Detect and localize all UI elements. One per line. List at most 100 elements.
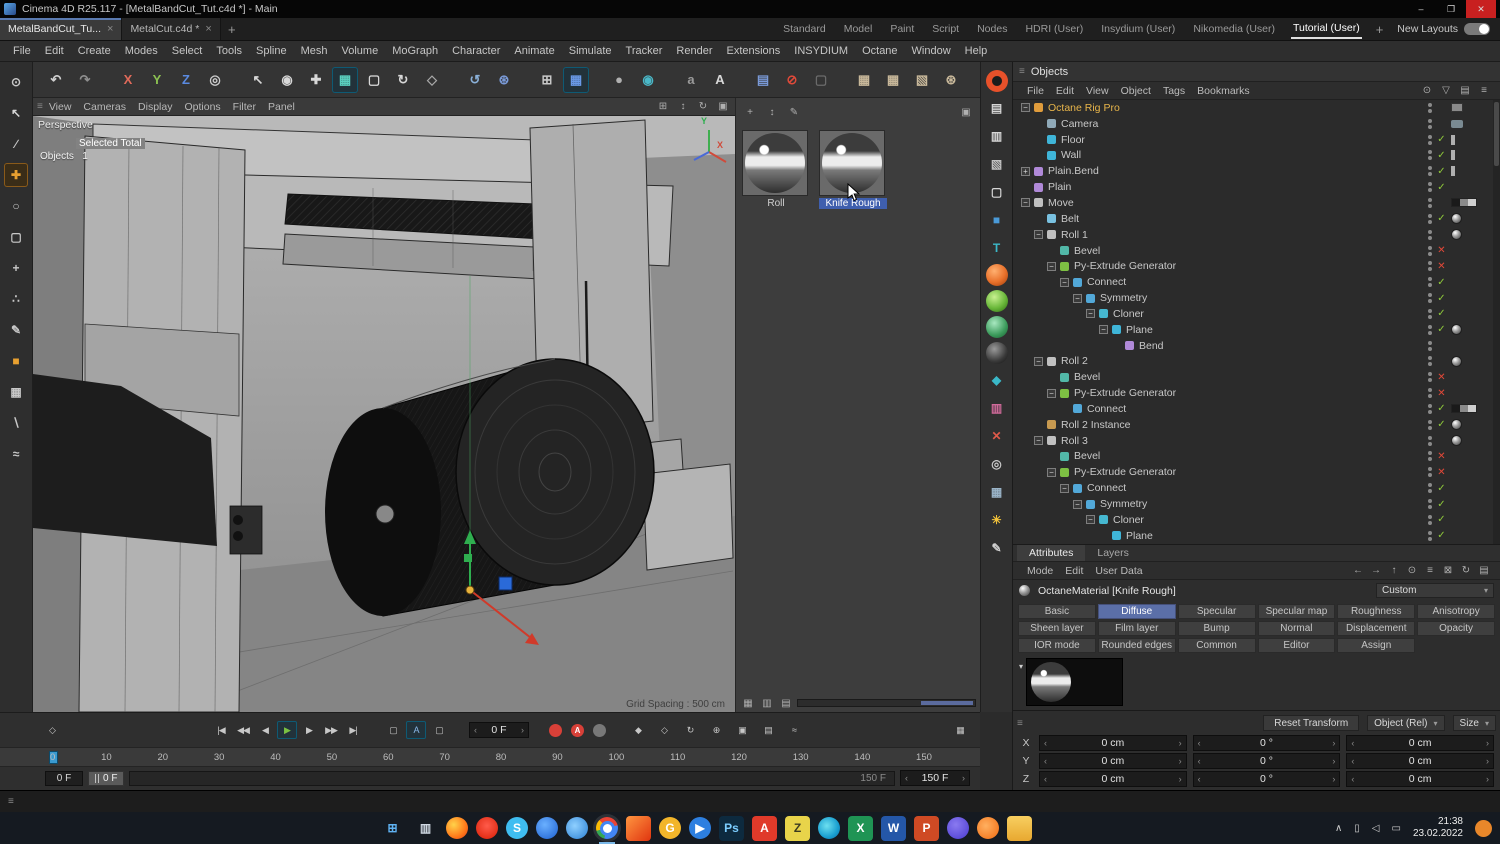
- expand-toggle-icon[interactable]: −: [1047, 261, 1056, 271]
- play-button[interactable]: ▶: [277, 721, 297, 739]
- viewport-menu-item[interactable]: View: [43, 101, 78, 113]
- keyframe-preset-icon[interactable]: ▤: [758, 721, 778, 739]
- spin-down-icon[interactable]: ‹: [1347, 738, 1358, 748]
- layout-tab[interactable]: Model: [842, 20, 875, 38]
- viewport-menu-item[interactable]: Options: [178, 101, 226, 113]
- texture-tile-icon[interactable]: ▤: [750, 67, 776, 93]
- viewport-menu-item[interactable]: Filter: [227, 101, 262, 113]
- soundcloud-icon[interactable]: [977, 817, 999, 839]
- tree-row[interactable]: − Cloner: [1013, 512, 1500, 528]
- object-label[interactable]: Roll 1: [1061, 229, 1088, 241]
- paint-icon[interactable]: ■: [4, 349, 28, 373]
- start-button[interactable]: ⊞: [380, 816, 405, 841]
- lock-icon[interactable]: ⊠: [1440, 564, 1456, 578]
- viewport-canvas[interactable]: Perspective Selected Total Objects 1 Gri…: [33, 116, 735, 712]
- sun-light-icon[interactable]: ☀: [985, 508, 1009, 532]
- motion-clip-icon[interactable]: ≈: [784, 721, 804, 739]
- excel-icon[interactable]: X: [848, 815, 873, 841]
- visibility-dots[interactable]: [1428, 277, 1432, 288]
- mesh-ball-icon[interactable]: [985, 316, 1008, 338]
- render-picture-viewer-icon[interactable]: ▦: [880, 67, 906, 93]
- viewport-grid-icon[interactable]: ⊞: [655, 100, 671, 114]
- zoom-icon[interactable]: ⊙: [4, 70, 28, 94]
- object-type-icon[interactable]: [1047, 230, 1056, 240]
- object-label[interactable]: Floor: [1061, 134, 1085, 146]
- sort-materials-icon[interactable]: ↕: [764, 105, 780, 119]
- objects-menu-item[interactable]: Edit: [1050, 85, 1080, 97]
- visibility-dots[interactable]: [1428, 419, 1432, 430]
- object-type-icon[interactable]: [1047, 150, 1056, 160]
- spin-up-icon[interactable]: ›: [1175, 774, 1186, 784]
- object-label[interactable]: Connect: [1087, 403, 1126, 415]
- current-frame-field[interactable]: ‹ 0 F ›: [469, 722, 529, 738]
- spin-up-icon[interactable]: ›: [1328, 774, 1339, 784]
- tree-row[interactable]: Plain: [1013, 179, 1500, 195]
- enabled-state-icon[interactable]: [1436, 134, 1447, 145]
- tree-row[interactable]: − Py-Extrude Generator: [1013, 258, 1500, 274]
- visibility-dots[interactable]: [1428, 245, 1432, 256]
- expand-toggle-icon[interactable]: −: [1021, 198, 1030, 208]
- spin-up-icon[interactable]: ›: [517, 725, 528, 735]
- material-channel-tab[interactable]: Specular map: [1257, 604, 1336, 619]
- dark-ball-icon[interactable]: [985, 342, 1008, 364]
- object-type-icon[interactable]: [1073, 404, 1082, 414]
- objects-menu-item[interactable]: Object: [1115, 85, 1157, 97]
- adobe-app-icon[interactable]: A: [752, 815, 777, 841]
- material-channel-tab[interactable]: Specular: [1177, 604, 1256, 619]
- viewport-menu-item[interactable]: Cameras: [77, 101, 132, 113]
- tree-row[interactable]: − Octane Rig Pro: [1013, 100, 1500, 116]
- render-view-icon[interactable]: ▦: [851, 67, 877, 93]
- object-label[interactable]: Bevel: [1074, 450, 1100, 462]
- tree-row[interactable]: − Symmetry: [1013, 496, 1500, 512]
- scale-field[interactable]: ‹ 0 cm ›: [1346, 771, 1494, 787]
- object-type-icon[interactable]: [1060, 246, 1069, 256]
- spin-down-icon[interactable]: ‹: [1194, 774, 1205, 784]
- interactive-render-icon[interactable]: ▧: [909, 67, 935, 93]
- material-channel-tab[interactable]: Editor: [1257, 638, 1336, 653]
- microphone-tray-icon[interactable]: ▯: [1354, 823, 1360, 834]
- preset-dropdown[interactable]: Custom ▾: [1376, 583, 1494, 598]
- snap-icon[interactable]: ▦: [563, 66, 589, 93]
- goto-start-button[interactable]: |◀: [211, 721, 231, 739]
- menu-item[interactable]: File: [6, 45, 38, 57]
- size-mode-dropdown[interactable]: Size ▾: [1452, 715, 1496, 731]
- menu-item[interactable]: Simulate: [562, 45, 619, 57]
- visibility-dots[interactable]: [1428, 340, 1432, 351]
- material-roll[interactable]: Roll: [742, 130, 810, 209]
- octane-ball-icon[interactable]: [985, 264, 1008, 286]
- object-tag-icon[interactable]: [1451, 150, 1455, 161]
- material-channel-tab[interactable]: Displacement: [1337, 621, 1416, 636]
- rotation-field[interactable]: ‹ 0 ° ›: [1192, 771, 1341, 787]
- menu-item[interactable]: Character: [445, 45, 507, 57]
- notification-badge[interactable]: [1475, 819, 1492, 837]
- brush-icon[interactable]: ∖: [4, 411, 28, 435]
- word-icon[interactable]: W: [881, 815, 906, 841]
- attributes-tab[interactable]: Layers: [1085, 545, 1141, 561]
- object-tag-icon[interactable]: [1451, 166, 1455, 177]
- object-type-icon[interactable]: [1112, 325, 1121, 335]
- spin-down-icon[interactable]: ‹: [1040, 738, 1051, 748]
- menu-item[interactable]: Tools: [209, 45, 249, 57]
- panel-menu-icon[interactable]: ▤: [1476, 564, 1492, 578]
- object-tag-icon[interactable]: [1451, 103, 1463, 113]
- expand-toggle-icon[interactable]: +: [1021, 166, 1030, 176]
- object-type-icon[interactable]: [1086, 499, 1095, 509]
- layout-tab[interactable]: Tutorial (User): [1291, 19, 1362, 39]
- layout-tab[interactable]: Nodes: [975, 20, 1009, 38]
- current-tool-icon[interactable]: ▦: [332, 66, 358, 93]
- visibility-dots[interactable]: [1428, 514, 1432, 525]
- objects-menu-item[interactable]: Bookmarks: [1191, 85, 1256, 97]
- pencil-icon[interactable]: ✎: [985, 536, 1009, 560]
- orbit-view-icon[interactable]: ↺: [462, 67, 488, 93]
- visibility-dots[interactable]: [1428, 356, 1432, 367]
- object-label[interactable]: Plane: [1126, 324, 1153, 336]
- tree-row[interactable]: − Connect: [1013, 274, 1500, 290]
- uppercase-a-icon[interactable]: A: [707, 67, 733, 93]
- tree-row[interactable]: Bevel: [1013, 449, 1500, 465]
- tree-row[interactable]: Belt: [1013, 211, 1500, 227]
- tree-row[interactable]: − Move: [1013, 195, 1500, 211]
- enabled-state-icon[interactable]: [1436, 451, 1447, 462]
- pinwheel-icon[interactable]: ✕: [985, 424, 1009, 448]
- object-tag-icon[interactable]: [1451, 198, 1477, 208]
- select-arrow-icon[interactable]: ↖: [4, 101, 28, 125]
